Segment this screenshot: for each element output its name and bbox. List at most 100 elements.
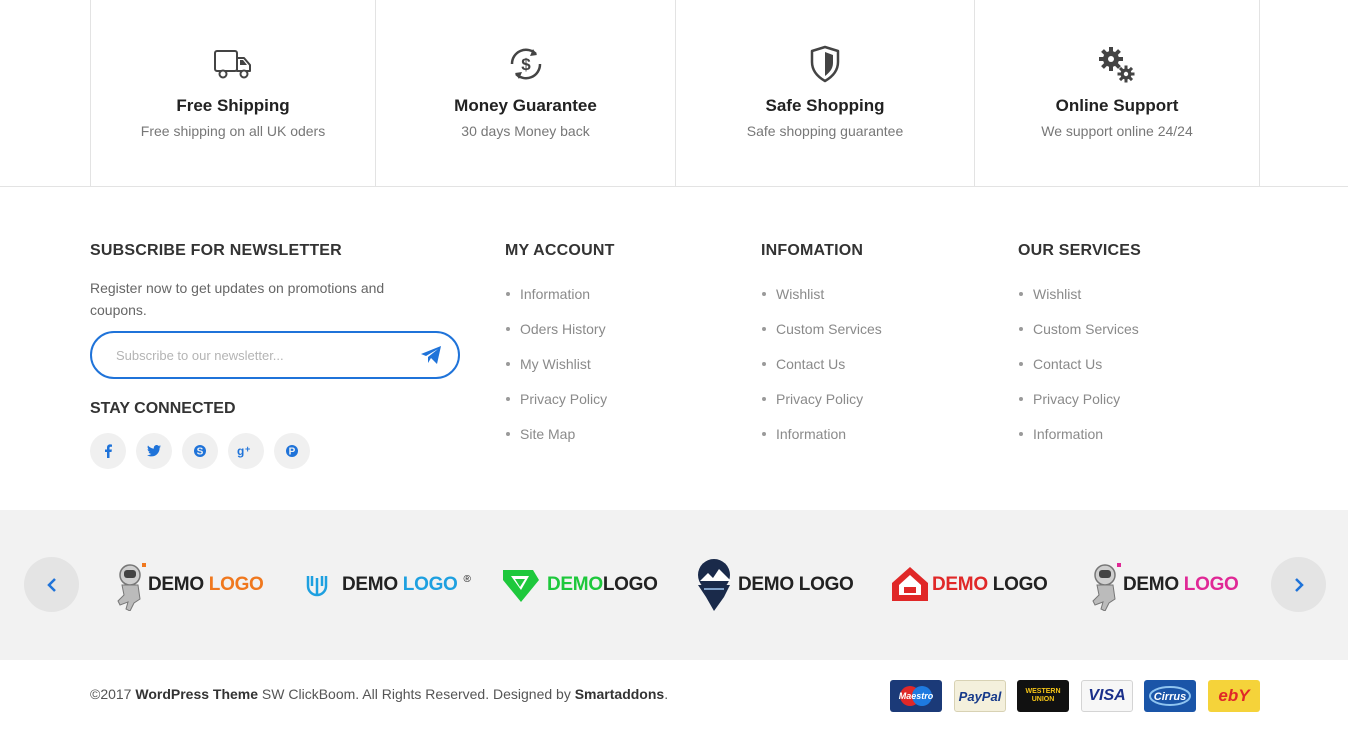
svg-text:+: + <box>245 444 250 454</box>
features-strip: Free Shipping Free shipping on all UK od… <box>0 0 1348 187</box>
brand-logo-1[interactable]: DEMO LOGO <box>112 555 264 615</box>
gears-icon <box>1099 47 1135 83</box>
copyright-middle: SW ClickBoom. All Rights Reserved. Desig… <box>258 686 575 702</box>
brand-text-a: DEMO <box>932 574 993 595</box>
list-item: Information <box>761 424 882 459</box>
feature-desc: We support online 24/24 <box>1041 123 1193 139</box>
bullet <box>762 397 766 401</box>
brand-text-a: DEMO <box>148 574 209 595</box>
brand-carousel: DEMO LOGO DEMO LOGO ® DEMOLOGO DEMO LOGO <box>0 510 1348 660</box>
newsletter-input[interactable] <box>116 344 406 366</box>
newsletter-text: Register now to get updates on promotion… <box>90 280 385 318</box>
svg-text:S: S <box>197 447 204 458</box>
list-item: My Wishlist <box>505 354 607 389</box>
our-services-title: OUR SERVICES <box>1018 242 1142 259</box>
brand-text-a: DEMO <box>1123 574 1184 595</box>
carousel-prev-button[interactable] <box>24 557 79 612</box>
my-account-link-oders-history[interactable]: Oders History <box>520 319 606 339</box>
red-house-logo-icon <box>892 567 928 601</box>
designer-link[interactable]: Smartaddons <box>575 686 664 702</box>
bullet <box>1019 432 1023 436</box>
services-link-wishlist[interactable]: Wishlist <box>1033 284 1081 304</box>
registered-mark-icon: ® <box>463 573 471 585</box>
list-item: Contact Us <box>761 354 882 389</box>
carousel-next-button[interactable] <box>1271 557 1326 612</box>
bullet <box>1019 327 1023 331</box>
feature-title: Free Shipping <box>176 96 290 115</box>
brand-logo-3[interactable]: DEMOLOGO <box>501 555 658 615</box>
chevron-right-icon <box>1294 577 1304 592</box>
copyright-prefix: ©2017 <box>90 686 136 702</box>
feature-title: Money Guarantee <box>454 96 597 115</box>
copyright-text: ©2017 WordPress Theme SW ClickBoom. All … <box>90 686 668 702</box>
send-icon[interactable] <box>420 345 442 365</box>
info-link-custom-services[interactable]: Custom Services <box>776 319 882 339</box>
bullet <box>762 362 766 366</box>
newsletter-form <box>90 331 460 379</box>
my-account-link-privacy-policy[interactable]: Privacy Policy <box>520 389 607 409</box>
bullet <box>506 292 510 296</box>
list-item: Custom Services <box>761 319 882 354</box>
brand-logo-4[interactable]: DEMO LOGO <box>694 555 854 615</box>
bullet <box>506 362 510 366</box>
my-account-title: MY ACCOUNT <box>505 242 615 259</box>
green-shield-logo-icon <box>503 570 539 602</box>
feature-free-shipping: Free Shipping Free shipping on all UK od… <box>90 0 375 186</box>
payment-label: Cirrus <box>1154 691 1186 703</box>
ebay-card-icon: ebY <box>1208 680 1260 712</box>
payment-label: PayPal <box>958 688 1002 704</box>
google-plus-icon[interactable]: g + <box>228 433 264 469</box>
pinterest-icon[interactable]: P <box>274 433 310 469</box>
skype-icon[interactable]: S <box>182 433 218 469</box>
list-item: Oders History <box>505 319 607 354</box>
brand-text-b: LOGO <box>798 574 854 595</box>
payment-label: VISA <box>1088 687 1126 704</box>
payment-label: ebY <box>1218 686 1250 705</box>
mountain-logo-icon <box>698 559 731 611</box>
info-link-information[interactable]: Information <box>776 424 846 444</box>
list-item: Information <box>1018 424 1139 459</box>
my-account-link-my-wishlist[interactable]: My Wishlist <box>520 354 591 374</box>
brand-logo-2[interactable]: DEMO LOGO ® <box>304 555 471 615</box>
facebook-icon[interactable] <box>90 433 126 469</box>
brand-text-a: DEMO <box>342 574 403 595</box>
svg-text:g: g <box>237 444 244 458</box>
truck-icon <box>214 50 251 79</box>
list-item: Contact Us <box>1018 354 1139 389</box>
bullet <box>1019 362 1023 366</box>
list-item: Privacy Policy <box>761 389 882 424</box>
theme-link[interactable]: WordPress Theme <box>135 686 258 702</box>
infomation-title: INFOMATION <box>761 242 864 259</box>
feature-desc: Free shipping on all UK oders <box>140 123 326 139</box>
newsletter-title: SUBSCRIBE FOR NEWSLETTER <box>90 242 342 259</box>
services-link-contact-us[interactable]: Contact Us <box>1033 354 1102 374</box>
astronaut-logo-icon <box>1092 563 1121 611</box>
feature-title: Online Support <box>1055 96 1179 115</box>
bullet <box>1019 292 1023 296</box>
feature-safe-shopping: Safe Shopping Safe shopping guarantee <box>675 0 974 186</box>
my-account-link-site-map[interactable]: Site Map <box>520 424 575 444</box>
list-item: Privacy Policy <box>505 389 607 424</box>
my-account-link-information[interactable]: Information <box>520 284 590 304</box>
chevron-left-icon <box>46 577 56 592</box>
list-item: Information <box>505 284 607 319</box>
brand-text-a: DEMO <box>547 574 603 595</box>
bullet <box>762 292 766 296</box>
info-link-privacy-policy[interactable]: Privacy Policy <box>776 389 863 409</box>
bullet <box>506 327 510 331</box>
info-link-contact-us[interactable]: Contact Us <box>776 354 845 374</box>
twitter-icon[interactable] <box>136 433 172 469</box>
services-link-privacy-policy[interactable]: Privacy Policy <box>1033 389 1120 409</box>
list-item: Privacy Policy <box>1018 389 1139 424</box>
our-services-list: Wishlist Custom Services Contact Us Priv… <box>1018 284 1139 459</box>
list-item: Wishlist <box>1018 284 1139 319</box>
feature-desc: 30 days Money back <box>461 123 590 139</box>
brand-logo-5[interactable]: DEMO LOGO <box>890 555 1048 615</box>
stay-connected-title: STAY CONNECTED <box>90 400 236 417</box>
brand-logo-6[interactable]: DEMO LOGO <box>1087 555 1239 615</box>
services-link-information[interactable]: Information <box>1033 424 1103 444</box>
services-link-custom-services[interactable]: Custom Services <box>1033 319 1139 339</box>
info-link-wishlist[interactable]: Wishlist <box>776 284 824 304</box>
bullet <box>762 432 766 436</box>
list-item: Site Map <box>505 424 607 459</box>
